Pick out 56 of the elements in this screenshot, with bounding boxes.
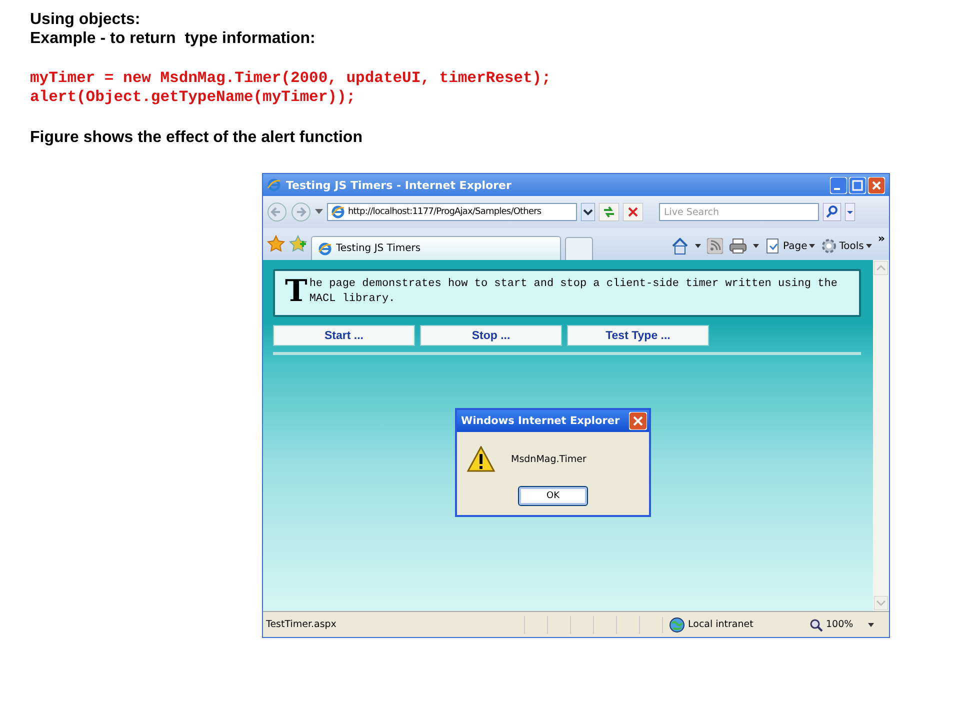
window-title: Testing JS Timers - Internet Explorer: [286, 178, 512, 192]
caret-icon: [866, 244, 872, 248]
caret-icon[interactable]: [315, 209, 323, 215]
slide-subheading: Example - to return type information:: [30, 29, 316, 48]
warning-icon: [467, 446, 495, 472]
menu-label: Tools: [839, 240, 864, 252]
url-text: http://localhost:1177/ProgAjax/Samples/Others: [348, 207, 542, 217]
stop-icon[interactable]: [623, 203, 643, 221]
address-field[interactable]: http://localhost:1177/ProgAjax/Samples/Others: [327, 203, 577, 221]
close-icon[interactable]: [629, 412, 647, 430]
dropdown-icon[interactable]: [581, 203, 595, 221]
ie-logo-icon: [318, 242, 332, 256]
page-icon: [765, 238, 782, 254]
home-icon[interactable]: [671, 237, 690, 255]
ok-button[interactable]: OK: [518, 486, 588, 506]
intro-text: he page demonstrates how to start and stop a client-side timer written using the MACL library.: [309, 277, 838, 307]
page-button[interactable]: Stop ...: [420, 325, 562, 346]
search-icon[interactable]: [823, 203, 841, 221]
toolbar-menu[interactable]: Page: [765, 238, 816, 254]
more-button[interactable]: »: [878, 232, 885, 245]
caret-icon: [868, 622, 874, 626]
page-button[interactable]: Start ...: [273, 325, 415, 346]
dialog-message: MsdnMag.Timer: [511, 454, 586, 464]
page-button[interactable]: Test Type ...: [567, 325, 709, 346]
tab-label: Testing JS Timers: [336, 243, 421, 254]
caret-icon[interactable]: [695, 244, 702, 248]
new-tab-button[interactable]: [565, 237, 593, 260]
browser-tab[interactable]: Testing JS Timers: [311, 236, 561, 260]
caret-icon: [809, 244, 816, 248]
minimize-icon[interactable]: [830, 176, 847, 194]
dialog-title: Windows Internet Explorer: [461, 415, 620, 427]
status-text: TestTimer.aspx: [265, 619, 338, 630]
printer-icon[interactable]: [729, 238, 748, 254]
menu-label: Page: [783, 240, 808, 252]
ie-logo-icon: [331, 205, 345, 219]
feed-icon[interactable]: [707, 238, 724, 254]
drop-cap: T: [285, 277, 308, 307]
maximize-icon[interactable]: [849, 176, 866, 194]
star-icon[interactable]: [267, 235, 285, 253]
caret-icon[interactable]: [845, 203, 855, 221]
zoom-control[interactable]: 100%: [799, 618, 874, 632]
toolbar-menu[interactable]: Tools: [821, 238, 872, 254]
slide-caption: Figure shows the effect of the alert function: [30, 128, 364, 147]
close-icon[interactable]: [868, 176, 885, 194]
code-line: alert(Object.getTypeName(myTimer));: [30, 88, 357, 107]
search-field[interactable]: Live Search: [659, 203, 819, 221]
zone-text: Local intranet: [688, 619, 754, 630]
zoom-level: 100%: [826, 619, 854, 630]
caret-icon[interactable]: [753, 244, 760, 248]
zoom-icon: [809, 618, 823, 632]
globe-icon: [669, 616, 685, 632]
add-favorite-icon[interactable]: [289, 235, 307, 253]
ie-logo-icon: [267, 178, 281, 192]
code-line: myTimer = new MsdnMag.Timer(2000, updateUI, timerReset);: [30, 69, 552, 88]
gear-icon: [821, 238, 838, 254]
slide-heading: Using objects:: [30, 10, 142, 29]
